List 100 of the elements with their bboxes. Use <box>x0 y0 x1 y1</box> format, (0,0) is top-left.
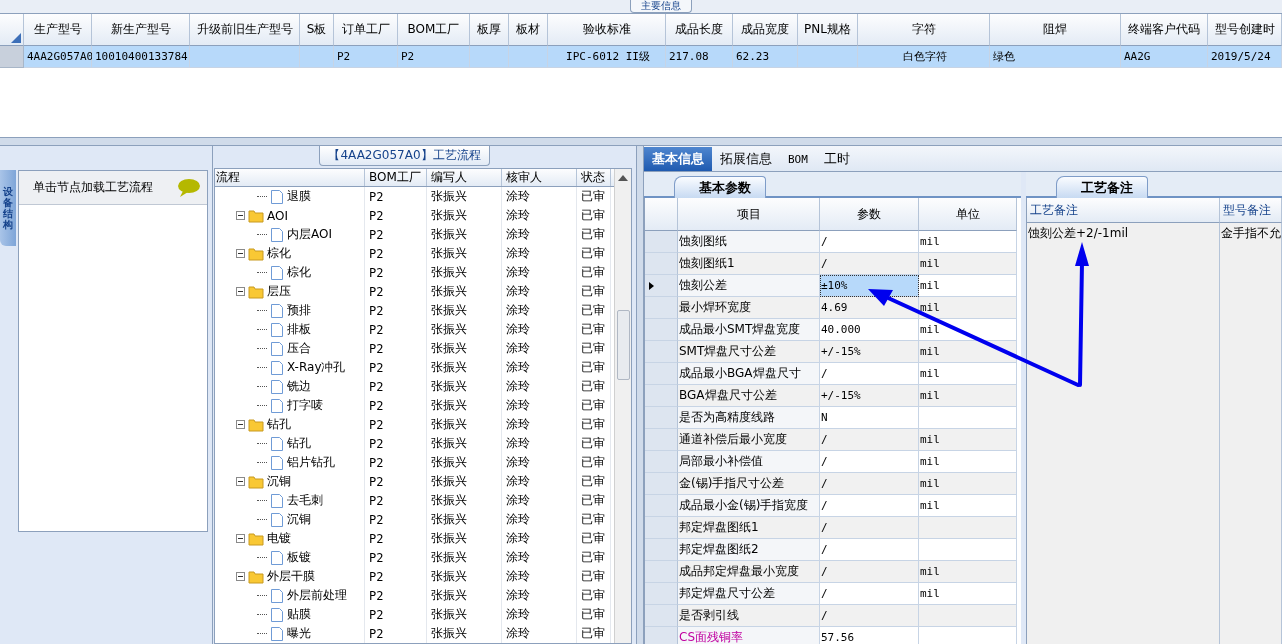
table-cell[interactable]: / <box>820 605 919 627</box>
tree-node[interactable]: 外层干膜 <box>267 568 315 585</box>
side-tab[interactable]: 设备结构 <box>0 170 16 246</box>
tree-node[interactable]: 沉铜 <box>287 511 311 528</box>
tree-node[interactable]: 沉铜 <box>267 473 291 490</box>
tree-node[interactable]: 排板 <box>287 321 311 338</box>
tree-node[interactable]: 曝光 <box>287 625 311 642</box>
tree-node[interactable]: X-Ray冲孔 <box>287 359 346 376</box>
table-cell[interactable]: 57.56 <box>820 627 919 644</box>
tree-node[interactable]: 钻孔 <box>267 416 291 433</box>
collapse-toggle[interactable] <box>236 477 245 486</box>
table-cell: 张振兴 <box>427 510 502 529</box>
table-cell[interactable]: / <box>820 583 919 605</box>
column-header[interactable]: 板材 <box>509 14 548 46</box>
column-header[interactable]: 生产型号 <box>24 14 92 46</box>
row-header[interactable] <box>645 275 678 297</box>
scroll-up-icon[interactable] <box>618 174 628 182</box>
column-header[interactable]: 状态 <box>577 169 611 186</box>
tree-node[interactable]: 层压 <box>267 283 291 300</box>
column-header[interactable]: 流程 <box>215 169 365 186</box>
column-header[interactable]: S板 <box>300 14 334 46</box>
table-cell[interactable]: ±10% <box>820 275 919 297</box>
tree-node[interactable]: AOI <box>267 208 288 223</box>
tab[interactable]: BOM <box>780 147 816 171</box>
column-header[interactable]: 核审人 <box>502 169 577 186</box>
column-header[interactable]: 验收标准 <box>548 14 666 46</box>
column-header[interactable]: 成品宽度 <box>733 14 798 46</box>
tree-node[interactable]: 去毛刺 <box>287 492 323 509</box>
table-cell: mil <box>919 363 1017 385</box>
column-header[interactable]: BOM工厂 <box>398 14 470 46</box>
table-cell[interactable]: / <box>820 517 919 539</box>
tree-node[interactable]: 退膜 <box>287 188 311 205</box>
tree-node[interactable]: 压合 <box>287 340 311 357</box>
subtab[interactable]: 基本参数 <box>674 176 766 198</box>
speech-bubble-icon <box>177 177 201 198</box>
collapse-toggle[interactable] <box>236 287 245 296</box>
column-header[interactable]: 新生产型号 <box>92 14 190 46</box>
tree-node[interactable]: 预排 <box>287 302 311 319</box>
tree-node[interactable]: 钻孔 <box>287 435 311 452</box>
tree-node[interactable]: 板镀 <box>287 549 311 566</box>
tree-node[interactable]: 铝片钻孔 <box>287 454 335 471</box>
table-cell: 涂玲 <box>502 548 577 567</box>
tree-node[interactable]: 打字唛 <box>287 397 323 414</box>
table-cell: 邦定焊盘尺寸公差 <box>678 583 820 605</box>
column-header[interactable]: 项目 <box>678 198 820 231</box>
tab[interactable]: 工时 <box>815 147 858 171</box>
table-cell[interactable]: / <box>820 495 919 517</box>
scrollbar[interactable] <box>614 169 631 643</box>
table-cell[interactable]: / <box>820 539 919 561</box>
table-cell[interactable]: 40.000 <box>820 319 919 341</box>
collapse-toggle[interactable] <box>236 572 245 581</box>
table-cell[interactable]: / <box>820 231 919 253</box>
column-header[interactable]: 编写人 <box>427 169 502 186</box>
table-cell: 已审 <box>577 358 611 377</box>
column-header[interactable]: 参数 <box>820 198 919 231</box>
column-header[interactable]: 型号创建时 <box>1208 14 1282 46</box>
column-header[interactable]: 工艺备注 <box>1027 198 1220 223</box>
column-header[interactable]: 板厚 <box>470 14 509 46</box>
tree-node[interactable]: 铣边 <box>287 378 311 395</box>
column-header[interactable]: 成品长度 <box>666 14 733 46</box>
column-header[interactable]: 订单工厂 <box>334 14 398 46</box>
splitter-bar[interactable] <box>0 138 1282 146</box>
tab[interactable]: 基本信息 <box>644 147 712 171</box>
column-header[interactable]: BOM工厂 <box>365 169 427 186</box>
collapse-toggle[interactable] <box>236 534 245 543</box>
table-cell: 涂玲 <box>502 491 577 510</box>
column-header[interactable]: 单位 <box>919 198 1017 231</box>
collapse-toggle[interactable] <box>236 420 245 429</box>
tree-node[interactable]: 内层AOI <box>287 226 332 243</box>
table-cell[interactable]: / <box>820 451 919 473</box>
tree-node[interactable]: 棕化 <box>287 264 311 281</box>
column-header[interactable]: PNL规格 <box>798 14 858 46</box>
collapse-toggle[interactable] <box>236 249 245 258</box>
column-header[interactable]: 阻焊 <box>990 14 1121 46</box>
table-cell: 涂玲 <box>502 567 577 586</box>
table-cell[interactable]: +/-15% <box>820 385 919 407</box>
table-cell[interactable]: +/-15% <box>820 341 919 363</box>
table-cell[interactable]: / <box>820 363 919 385</box>
column-header[interactable]: 终端客户代码 <box>1121 14 1208 46</box>
table-cell: 已审 <box>577 263 611 282</box>
column-header[interactable]: 型号备注 <box>1220 198 1282 223</box>
table-cell: 涂玲 <box>502 396 577 415</box>
tree-node[interactable]: 电镀 <box>267 530 291 547</box>
tab[interactable]: 拓展信息 <box>712 147 780 171</box>
table-cell[interactable]: N <box>820 407 919 429</box>
column-header[interactable]: 字符 <box>858 14 990 46</box>
scroll-thumb[interactable] <box>616 310 630 380</box>
tree-node[interactable]: 外层前处理 <box>287 587 347 604</box>
subtab[interactable]: 工艺备注 <box>1056 176 1148 198</box>
table-cell[interactable]: / <box>820 473 919 495</box>
column-header[interactable]: 升级前旧生产型号 <box>190 14 300 46</box>
table-cell: 涂玲 <box>502 244 577 263</box>
table-cell: 已审 <box>577 472 611 491</box>
tree-node[interactable]: 棕化 <box>267 245 291 262</box>
collapse-toggle[interactable] <box>236 211 245 220</box>
table-cell[interactable]: 4.69 <box>820 297 919 319</box>
table-cell[interactable]: / <box>820 429 919 451</box>
table-cell[interactable]: / <box>820 561 919 583</box>
table-cell[interactable]: / <box>820 253 919 275</box>
tree-node[interactable]: 贴膜 <box>287 606 311 623</box>
